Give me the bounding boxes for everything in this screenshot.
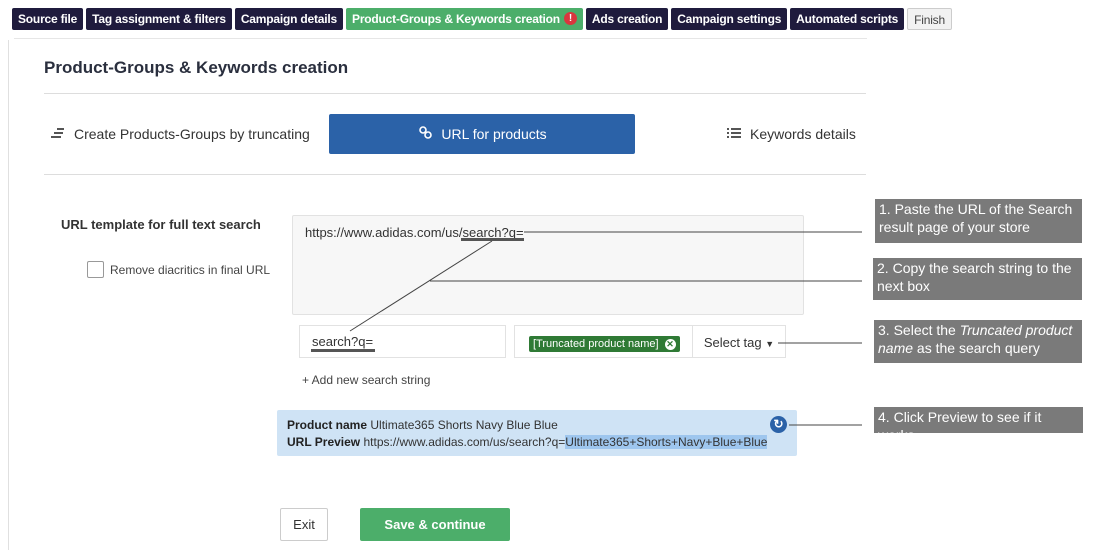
step-tag-assignment[interactable]: Tag assignment & filters [86, 8, 232, 30]
callout-step-4: 4. Click Preview to see if it works [874, 407, 1083, 443]
tab-truncating[interactable]: Create Products-Groups by truncating [50, 118, 310, 150]
callout-step-1: 1. Paste the URL of the Search result pa… [875, 199, 1082, 243]
refresh-icon[interactable]: ↻ [770, 416, 787, 433]
tab-label: Keywords details [750, 126, 856, 142]
tab-keywords-details[interactable]: Keywords details [726, 118, 856, 150]
step-source-file[interactable]: Source file [12, 8, 84, 30]
select-tag-dropdown[interactable]: Select tag ▼ [692, 325, 786, 358]
close-circle-icon[interactable]: ✕ [664, 339, 676, 350]
url-preview-panel: Product name Ultimate365 Shorts Navy Blu… [277, 410, 797, 456]
product-name-value: Ultimate365 Shorts Navy Blue Blue [370, 418, 558, 432]
url-preview-label: URL Preview [287, 435, 361, 449]
exclamation-icon: ! [563, 12, 577, 26]
bars-descending-icon [50, 119, 66, 151]
list-icon [726, 119, 742, 151]
search-string-highlight [461, 238, 524, 241]
divider [44, 174, 866, 175]
exit-button[interactable]: Exit [280, 508, 328, 541]
step-campaign-settings[interactable]: Campaign settings [671, 8, 788, 30]
divider [44, 93, 866, 94]
callout-number: 2. [877, 260, 889, 276]
step-label: Ads creation [591, 12, 663, 26]
step-label: Tag assignment & filters [92, 12, 226, 26]
callout-text: Select the [893, 322, 956, 338]
search-string-input[interactable]: search?q= [299, 325, 506, 358]
tab-label: Create Products-Groups by truncating [74, 126, 310, 142]
step-finish[interactable]: Finish [907, 8, 952, 30]
step-label: Product-Groups & Keywords creation [352, 12, 560, 26]
page-title: Product-Groups & Keywords creation [44, 58, 349, 77]
step-label: Finish [914, 13, 945, 27]
step-label: Source file [18, 12, 78, 26]
url-preview-row: URL Preview https://www.adidas.com/us/se… [287, 434, 787, 451]
callout-step-3: 3. Select the Truncated product name as … [874, 320, 1082, 363]
search-string-value: search?q= [312, 334, 374, 349]
step-automated-scripts[interactable]: Automated scripts [790, 8, 905, 30]
step-campaign-details[interactable]: Campaign details [234, 8, 344, 30]
tag-input[interactable]: [Truncated product name] ✕ [514, 325, 692, 358]
tag-chip: [Truncated product name] ✕ [529, 336, 680, 352]
product-name-label: Product name [287, 418, 368, 432]
step-label: Automated scripts [796, 12, 899, 26]
step-label: Campaign details [240, 12, 338, 26]
remove-diacritics-checkbox[interactable] [87, 261, 104, 278]
callout-text: as the search query [916, 340, 1040, 356]
tag-chip-label: [Truncated product name] [533, 338, 659, 350]
product-name-row: Product name Ultimate365 Shorts Navy Blu… [287, 417, 787, 434]
tab-label: URL for products [441, 126, 547, 142]
tab-url-for-products[interactable]: URL for products [329, 114, 635, 154]
select-tag-label: Select tag [703, 335, 762, 350]
callout-text: Copy the search string to the next box [877, 260, 1072, 294]
callout-step-2: 2. Copy the search string to the next bo… [873, 258, 1082, 300]
url-template-input[interactable]: https://www.adidas.com/us/search?q= [292, 215, 804, 315]
search-string-highlight [311, 349, 375, 352]
callout-text: Click Preview to see if it works [878, 409, 1042, 443]
url-preview-query: Ultimate365+Shorts+Navy+Blue+Blue [565, 435, 768, 449]
callout-number: 1. [879, 201, 891, 217]
add-search-string-link[interactable]: + Add new search string [302, 373, 430, 387]
callout-text: Paste the URL of the Search result page … [879, 201, 1073, 235]
remove-diacritics-label: Remove diacritics in final URL [110, 262, 271, 277]
step-label: Campaign settings [677, 12, 782, 26]
url-preview-base: https://www.adidas.com/us/search?q= [363, 435, 566, 449]
step-ads-creation[interactable]: Ads creation [585, 8, 669, 30]
wizard-steps: Source file Tag assignment & filters Cam… [12, 8, 952, 30]
step-product-groups[interactable]: Product-Groups & Keywords creation! [346, 8, 583, 30]
save-continue-button[interactable]: Save & continue [360, 508, 510, 541]
content-left-border [8, 40, 9, 550]
caret-down-icon: ▼ [765, 339, 775, 349]
callout-number: 3. [878, 322, 890, 338]
content-top-border [14, 38, 867, 39]
url-template-label: URL template for full text search [61, 217, 261, 232]
callout-number: 4. [878, 409, 890, 425]
link-icon [417, 115, 433, 155]
remove-diacritics-option[interactable]: Remove diacritics in final URL [87, 261, 270, 278]
